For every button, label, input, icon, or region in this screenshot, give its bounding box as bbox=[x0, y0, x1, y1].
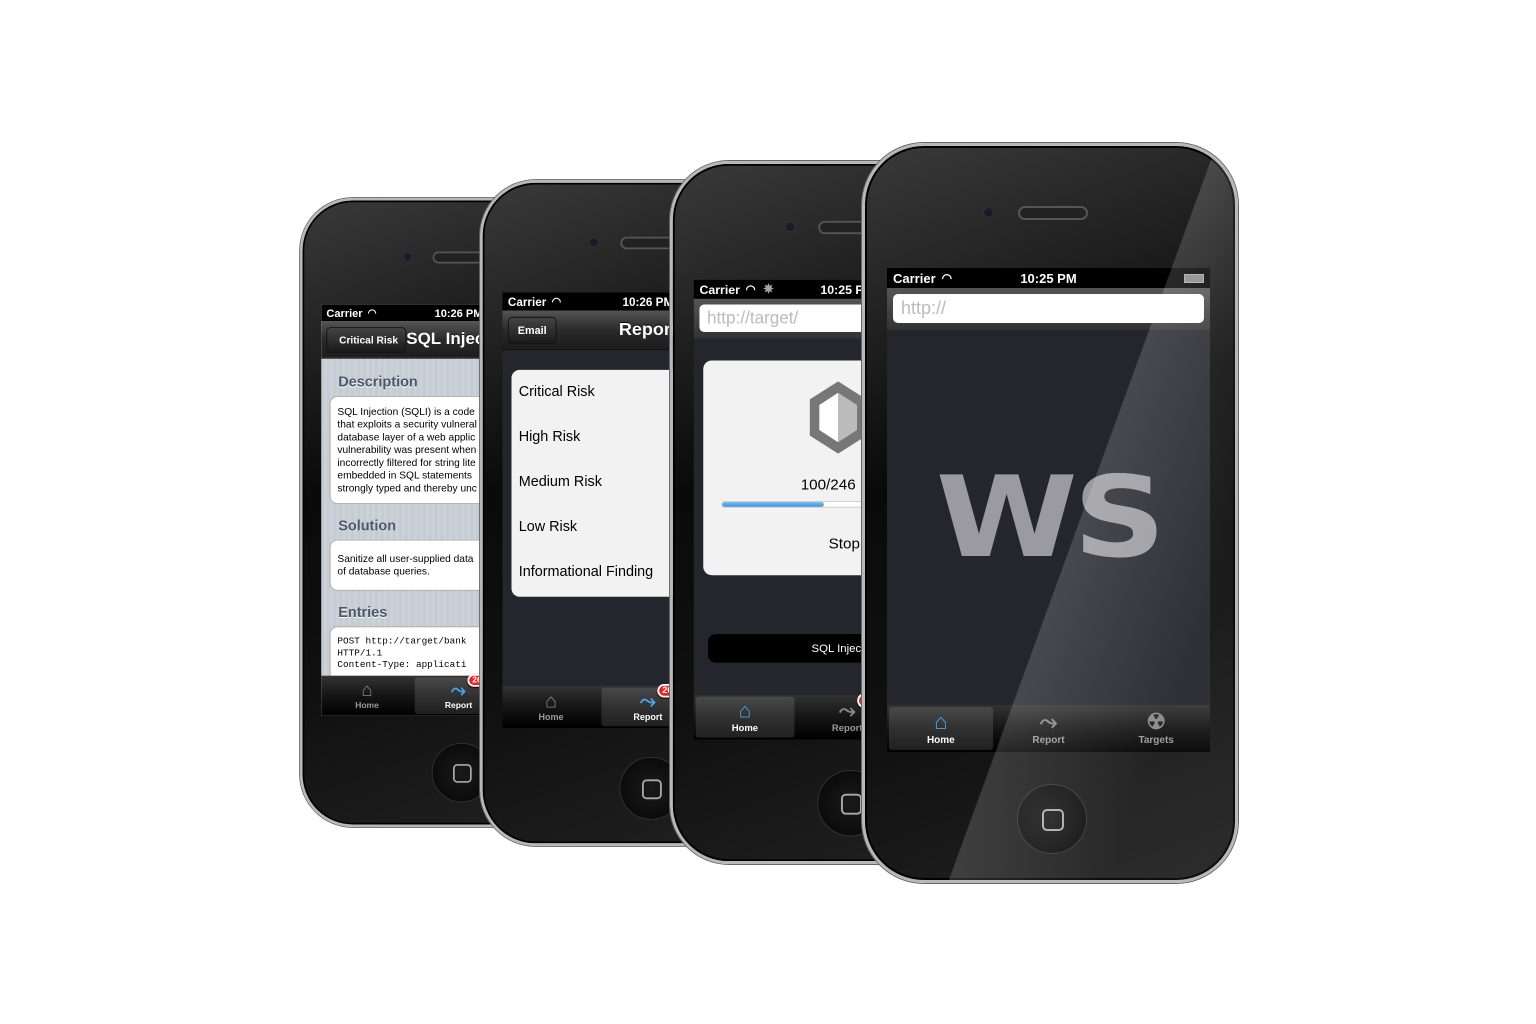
tab-label: Report bbox=[831, 723, 863, 734]
url-input[interactable]: http:// bbox=[893, 294, 1204, 323]
camera bbox=[983, 207, 994, 218]
tab-label: Report bbox=[633, 712, 663, 723]
chart-icon: ⤳ bbox=[1039, 709, 1058, 734]
stop-button[interactable]: Stop bbox=[829, 536, 860, 553]
house-icon: ⌂ bbox=[738, 698, 752, 723]
house-icon: ⌂ bbox=[361, 679, 373, 701]
tab-home[interactable]: ⌂ Home bbox=[889, 707, 993, 750]
tab-label: Report bbox=[444, 701, 473, 711]
tab-report[interactable]: ⤳ Report bbox=[997, 707, 1101, 750]
tab-bar: ⌂Home ⤳Report ☢Targets bbox=[887, 705, 1210, 752]
phone-home: Carrier ◠ 10:25 PM http:// WS ⌂ Home ⤳ Repor… bbox=[862, 143, 1238, 883]
tab-targets[interactable]: ☢Targets bbox=[1104, 707, 1208, 750]
camera bbox=[402, 252, 413, 262]
tab-label: Targets bbox=[1138, 735, 1174, 746]
tab-label: Home bbox=[731, 723, 759, 734]
chart-icon: ⤳ bbox=[639, 689, 656, 712]
camera bbox=[784, 221, 796, 233]
url-bar: http:// bbox=[887, 288, 1210, 330]
clock: 10:25 PM bbox=[1020, 270, 1077, 286]
tab-label: Home bbox=[355, 701, 379, 711]
speaker bbox=[1018, 206, 1088, 220]
tab-home[interactable]: ⌂ Home bbox=[695, 696, 795, 738]
home-button[interactable] bbox=[1017, 784, 1087, 854]
tab-label: Home bbox=[538, 712, 564, 723]
battery-icon bbox=[1184, 273, 1204, 283]
tab-home[interactable]: ⌂ Home bbox=[323, 677, 411, 714]
status-bar: Carrier ◠ 10:25 PM bbox=[887, 268, 1210, 288]
house-icon: ⌂ bbox=[544, 689, 557, 712]
ws-logo: WS bbox=[935, 453, 1166, 583]
radiation-icon: ☢ bbox=[1146, 709, 1167, 734]
camera bbox=[588, 237, 599, 248]
back-button[interactable]: Critical Risk bbox=[326, 327, 407, 353]
house-icon: ⌂ bbox=[934, 709, 948, 734]
screen: Carrier ◠ 10:25 PM http:// WS ⌂ Home ⤳ Repor… bbox=[887, 268, 1210, 752]
chart-icon: ⤳ bbox=[838, 698, 856, 723]
tab-label: Report bbox=[1032, 735, 1065, 746]
cube-icon bbox=[809, 381, 867, 454]
tab-home[interactable]: ⌂ Home bbox=[504, 688, 597, 727]
tab-label: Home bbox=[926, 735, 955, 746]
chart-icon: ⤳ bbox=[451, 679, 467, 701]
